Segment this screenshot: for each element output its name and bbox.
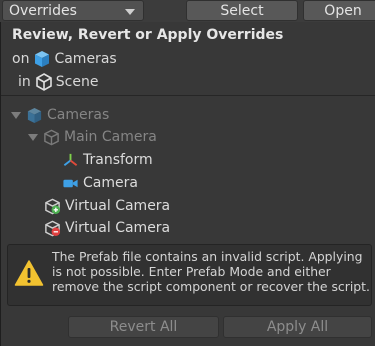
tree-item-label: Transform [83, 152, 153, 168]
tree-item-label: Virtual Camera [65, 198, 171, 214]
prefab-icon [26, 107, 43, 124]
open-button[interactable]: Open [303, 0, 375, 21]
warning-icon [14, 259, 44, 287]
tree-item-cameras[interactable]: Cameras [11, 105, 109, 125]
apply-all-button[interactable]: Apply All [223, 316, 372, 338]
divider [1, 95, 375, 96]
on-prefab-row: on Cameras [12, 50, 117, 68]
tree-item-label: Camera [83, 175, 138, 191]
chevron-down-icon [125, 9, 135, 15]
scene-name: Scene [55, 74, 99, 90]
overrides-label: Overrides [9, 2, 77, 19]
tree-item-camera[interactable]: Camera [62, 173, 138, 193]
select-button[interactable]: Select [186, 0, 298, 21]
on-prefab-name: Cameras [54, 51, 117, 67]
tree-item-virtual-camera-added[interactable]: Virtual Camera [44, 196, 170, 216]
in-prefix: in [18, 74, 31, 90]
foldout-arrow-icon[interactable] [11, 111, 21, 119]
prefab-icon [33, 50, 51, 68]
tree-item-virtual-camera-removed[interactable]: Virtual Camera [44, 218, 170, 238]
tree-item-label: Cameras [47, 107, 110, 123]
foldout-arrow-icon[interactable] [28, 133, 38, 141]
tree-item-transform[interactable]: Transform [62, 150, 153, 170]
added-gameobject-icon [44, 198, 61, 215]
on-prefix: on [12, 51, 30, 67]
tree-item-main-camera[interactable]: Main Camera [28, 127, 157, 147]
transform-icon [62, 152, 79, 169]
tree-item-label: Virtual Camera [65, 220, 171, 236]
removed-gameobject-icon [44, 220, 61, 237]
gameobject-icon [43, 129, 60, 146]
popup-title: Review, Revert or Apply Overrides [12, 27, 284, 43]
overrides-dropdown[interactable]: Overrides [2, 0, 144, 21]
unity-scene-icon [35, 73, 53, 91]
warning-message: The Prefab file contains an invalid scri… [52, 249, 370, 294]
invalid-script-warning: The Prefab file contains an invalid scri… [7, 244, 372, 306]
tree-item-label: Main Camera [64, 129, 157, 145]
revert-all-button[interactable]: Revert All [68, 316, 219, 338]
camera-icon [62, 175, 79, 192]
overrides-popup: Review, Revert or Apply Overrides on Cam… [0, 22, 375, 346]
in-scene-row: in Scene [18, 73, 98, 91]
toolbar: Overrides Select Open [0, 0, 375, 22]
